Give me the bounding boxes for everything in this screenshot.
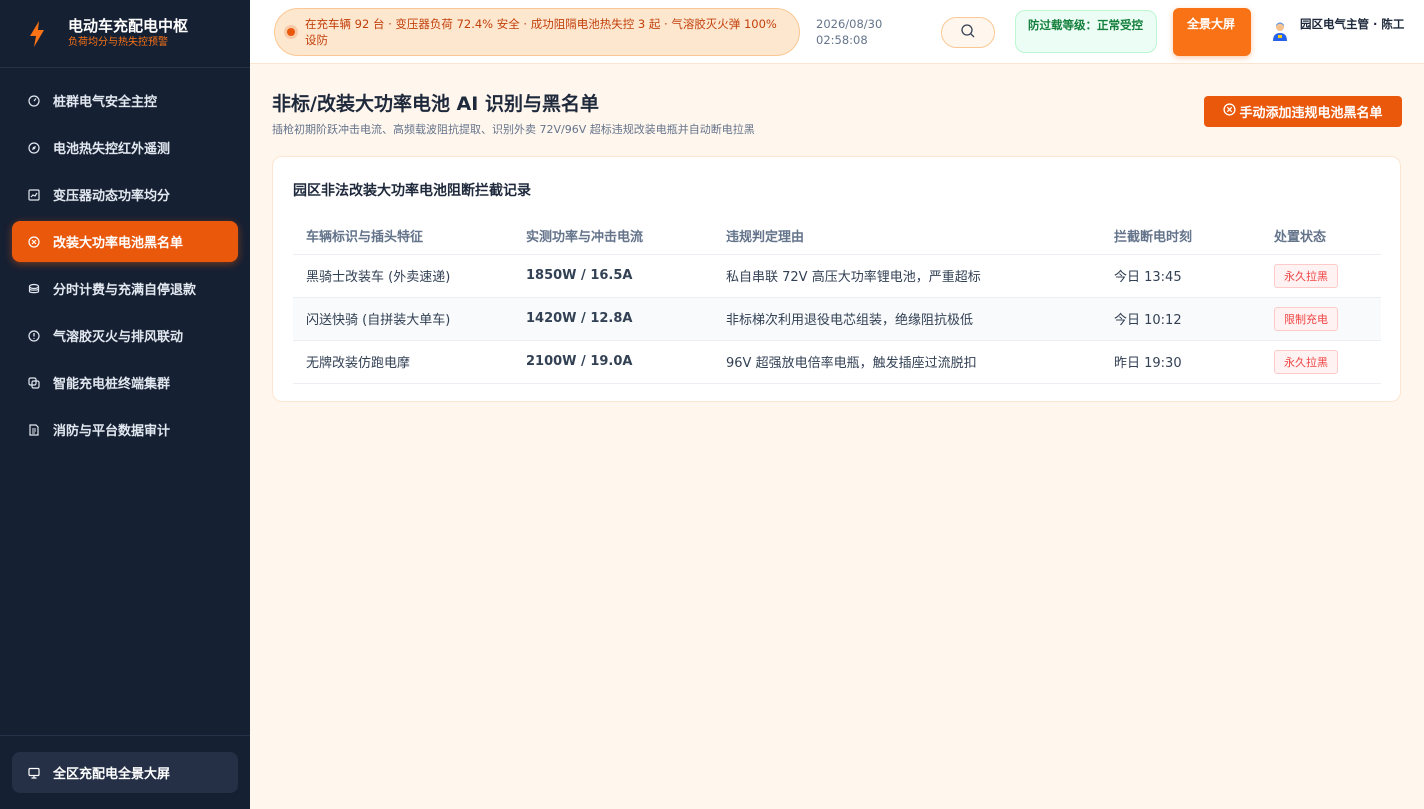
sidebar-item-blacklist[interactable]: 改装大功率电池黑名单	[12, 221, 238, 262]
document-icon	[28, 423, 40, 436]
table-row[interactable]: 闪送快骑 (自拼装大单车) 1420W / 12.8A 非标梯次利用退役电芯组装…	[293, 297, 1381, 341]
monitor-icon	[28, 767, 40, 779]
sidebar-item-label: 气溶胶灭火与排风联动	[53, 330, 184, 345]
ticker-text: 在充车辆 92 台 · 变压器负荷 72.4% 安全 · 成功阻隔电池热失控 3…	[305, 17, 777, 47]
sidebar-item-billing[interactable]: 分时计费与充满自停退款	[12, 268, 238, 309]
status-badge: 永久拉黑	[1274, 263, 1338, 288]
column-header-status: 处置状态	[1261, 217, 1381, 255]
status-badge: 永久拉黑	[1274, 349, 1338, 374]
reason-cell: 私自串联 72V 高压大功率锂电池，严重超标	[713, 254, 1101, 298]
sidebar-item-label: 桩群电气安全主控	[53, 95, 158, 110]
sidebar-item-terminals[interactable]: 智能充电桩终端集群	[12, 362, 238, 403]
sidebar-item-label: 智能充电桩终端集群	[53, 377, 171, 392]
status-cell: 永久拉黑	[1261, 254, 1381, 298]
status-ticker: 在充车辆 92 台 · 变压器负荷 72.4% 安全 · 成功阻隔电池热失控 3…	[274, 8, 800, 56]
layers-icon	[28, 376, 40, 389]
page-title: 非标/改装大功率电池 AI 识别与黑名单	[272, 93, 599, 115]
lightning-icon	[24, 19, 50, 49]
sidebar-item-transformer[interactable]: 变压器动态功率均分	[12, 174, 238, 215]
user-name: 园区电气主管 · 陈工	[1300, 17, 1405, 31]
sidebar-item-thermal[interactable]: 电池热失控红外遥测	[12, 127, 238, 168]
user-avatar-icon	[1271, 21, 1289, 43]
table-header-row: 车辆标识与插头特征 实测功率与冲击电流 违规判定理由 拦截断电时刻 处置状态	[293, 217, 1381, 255]
sidebar-item-label: 变压器动态功率均分	[53, 189, 171, 204]
reason-cell: 非标梯次利用退役电芯组装，绝缘阻抗极低	[713, 297, 1101, 341]
vehicle-cell: 黑骑士改装车 (外卖速递)	[293, 254, 513, 298]
sidebar-item-fire-suppression[interactable]: 气溶胶灭火与排风联动	[12, 315, 238, 356]
chart-icon	[28, 188, 40, 201]
user-profile[interactable]: 园区电气主管 · 陈工	[1271, 16, 1411, 43]
status-badge: 限制充电	[1274, 306, 1338, 331]
sidebar: 电动车充配电中枢 负荷均分与热失控预警 桩群电气安全主控 电池热失控红外遥测 变…	[0, 0, 250, 809]
ban-circle-icon	[1223, 103, 1239, 120]
reason-cell: 96V 超强放电倍率电瓶，触发插座过流脱扣	[713, 340, 1101, 384]
time-cell: 今日 13:45	[1101, 254, 1261, 298]
status-cell: 永久拉黑	[1261, 340, 1381, 384]
sidebar-item-audit[interactable]: 消防与平台数据审计	[12, 409, 238, 450]
brand: 电动车充配电中枢 负荷均分与热失控预警	[0, 0, 250, 68]
status-cell: 限制充电	[1261, 297, 1381, 341]
live-dot-icon	[287, 28, 295, 36]
sidebar-nav: 桩群电气安全主控 电池热失控红外遥测 变压器动态功率均分 改装大功率电池黑名单 …	[0, 68, 250, 450]
page-subtitle: 插枪初期阶跃冲击电流、高频载波阻抗提取、识别外卖 72V/96V 超标违规改装电…	[272, 123, 755, 136]
brand-subtitle: 负荷均分与热失控预警	[68, 37, 168, 48]
coins-icon	[28, 283, 40, 295]
add-blacklist-button[interactable]: 手动添加违规电池黑名单	[1204, 96, 1402, 127]
time-cell: 昨日 19:30	[1101, 340, 1261, 384]
compass-icon	[28, 141, 40, 154]
gauge-icon	[28, 94, 40, 107]
vehicle-cell: 无牌改装仿跑电摩	[293, 340, 513, 384]
time-cell: 今日 10:12	[1101, 297, 1261, 341]
power-cell: 1850W / 16.5A	[513, 254, 713, 298]
power-cell: 2100W / 19.0A	[513, 340, 713, 384]
sidebar-footer: 全区充配电全景大屏	[0, 735, 250, 809]
overload-level-badge: 防过载等级：正常受控	[1015, 10, 1157, 53]
fullscreen-button[interactable]: 全景大屏	[1173, 8, 1251, 56]
interception-table: 车辆标识与插头特征 实测功率与冲击电流 违规判定理由 拦截断电时刻 处置状态 黑…	[293, 217, 1381, 384]
column-header-vehicle: 车辆标识与插头特征	[293, 217, 513, 255]
table-row[interactable]: 无牌改装仿跑电摩 2100W / 19.0A 96V 超强放电倍率电瓶，触发插座…	[293, 340, 1381, 384]
vehicle-cell: 闪送快骑 (自拼装大单车)	[293, 297, 513, 341]
panorama-screen-button[interactable]: 全区充配电全景大屏	[12, 752, 238, 793]
search-button[interactable]	[941, 17, 995, 48]
panorama-screen-label: 全区充配电全景大屏	[53, 767, 171, 782]
current-time: 02:58:08	[816, 33, 868, 47]
sidebar-item-pile-safety[interactable]: 桩群电气安全主控	[12, 80, 238, 121]
column-header-time: 拦截断电时刻	[1101, 217, 1261, 255]
power-cell: 1420W / 12.8A	[513, 297, 713, 341]
sidebar-item-label: 分时计费与充满自停退款	[53, 283, 197, 298]
brand-title: 电动车充配电中枢	[68, 17, 189, 35]
top-header: 在充车辆 92 台 · 变压器负荷 72.4% 安全 · 成功阻隔电池热失控 3…	[250, 0, 1424, 64]
sidebar-item-label: 改装大功率电池黑名单	[53, 236, 184, 251]
ban-circle-icon	[28, 235, 40, 248]
card-title: 园区非法改装大功率电池阻断拦截记录	[293, 183, 531, 199]
sidebar-item-label: 消防与平台数据审计	[53, 424, 171, 439]
column-header-reason: 违规判定理由	[713, 217, 1101, 255]
interception-records-card: 园区非法改装大功率电池阻断拦截记录 车辆标识与插头特征 实测功率与冲击电流 违规…	[272, 156, 1401, 402]
current-date: 2026/08/30	[816, 17, 883, 31]
datetime: 2026/08/30 02:58:08	[816, 16, 882, 48]
sidebar-item-label: 电池热失控红外遥测	[53, 142, 171, 157]
table-row[interactable]: 黑骑士改装车 (外卖速递) 1850W / 16.5A 私自串联 72V 高压大…	[293, 254, 1381, 298]
alert-circle-icon	[28, 329, 40, 342]
add-blacklist-label: 手动添加违规电池黑名单	[1239, 106, 1383, 121]
search-icon	[960, 23, 976, 43]
column-header-power: 实测功率与冲击电流	[513, 217, 713, 255]
